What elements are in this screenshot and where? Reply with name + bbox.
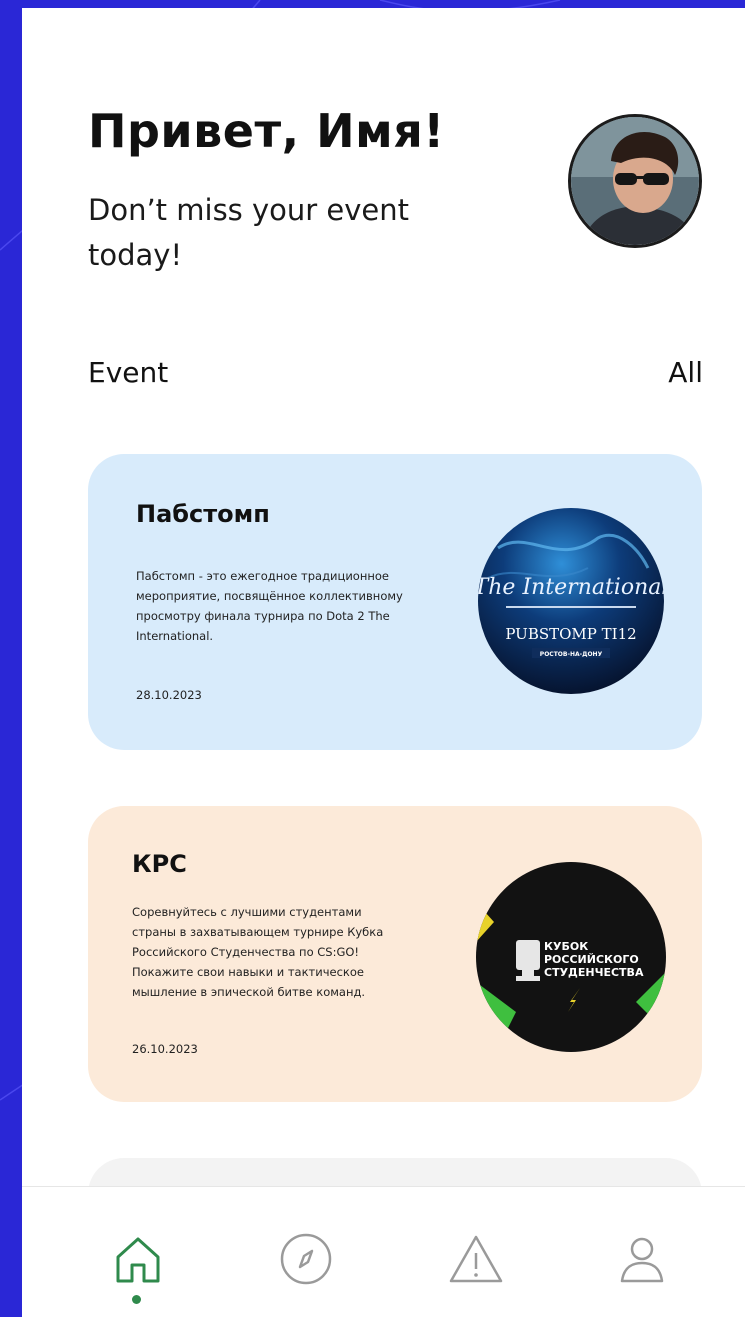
- pubstomp-script-title: The International: [478, 575, 664, 600]
- event-image-krs: КУБОК РОССИЙСКОГО СТУДЕНЧЕСТВА: [476, 862, 666, 1052]
- tab-profile[interactable]: [614, 1231, 670, 1287]
- compass-icon: [280, 1233, 332, 1285]
- krs-logo-line3: СТУДЕНЧЕСТВА: [544, 966, 644, 979]
- greeting-subtitle: Don’t miss your event today!: [88, 193, 410, 272]
- tab-alerts[interactable]: [448, 1231, 504, 1287]
- event-title: КРС: [132, 850, 187, 878]
- profile-icon: [620, 1237, 664, 1283]
- tab-home[interactable]: [110, 1231, 166, 1287]
- tab-explore[interactable]: [278, 1231, 334, 1287]
- event-date: 28.10.2023: [136, 688, 202, 702]
- event-description: Соревнуйтесь с лучшими студентами страны…: [132, 905, 384, 999]
- active-tab-indicator: [132, 1295, 141, 1304]
- event-card-pubstomp[interactable]: Пабстомп Пабстомп - это ежегодное традиц…: [88, 454, 702, 750]
- avatar-photo-icon: [571, 117, 699, 245]
- event-description: Пабстомп - это ежегодное традиционное ме…: [136, 569, 403, 643]
- event-date: 26.10.2023: [132, 1042, 198, 1056]
- bottom-tab-bar: [22, 1186, 745, 1317]
- event-card-krs[interactable]: КРС Соревнуйтесь с лучшими студентами ст…: [88, 806, 702, 1102]
- krs-logo-line1: КУБОК: [544, 940, 588, 953]
- user-avatar[interactable]: [568, 114, 702, 248]
- app-screen: Привет, Имя! Don’t miss your event today…: [22, 8, 745, 1317]
- pubstomp-caption: РОСТОВ-НА-ДОНУ: [540, 651, 603, 658]
- krs-logo-line2: РОССИЙСКОГО: [544, 953, 639, 966]
- home-icon: [116, 1237, 160, 1283]
- section-title: Event: [88, 356, 169, 389]
- event-title: Пабстомп: [136, 500, 270, 528]
- greeting-title: Привет, Имя!: [88, 104, 445, 158]
- pubstomp-banner: PUBSTOMP TI12: [505, 625, 636, 643]
- event-image-pubstomp: The International PUBSTOMP TI12 РОСТОВ-Н…: [478, 508, 664, 694]
- warning-icon: [449, 1235, 503, 1283]
- see-all-link[interactable]: All: [668, 356, 703, 389]
